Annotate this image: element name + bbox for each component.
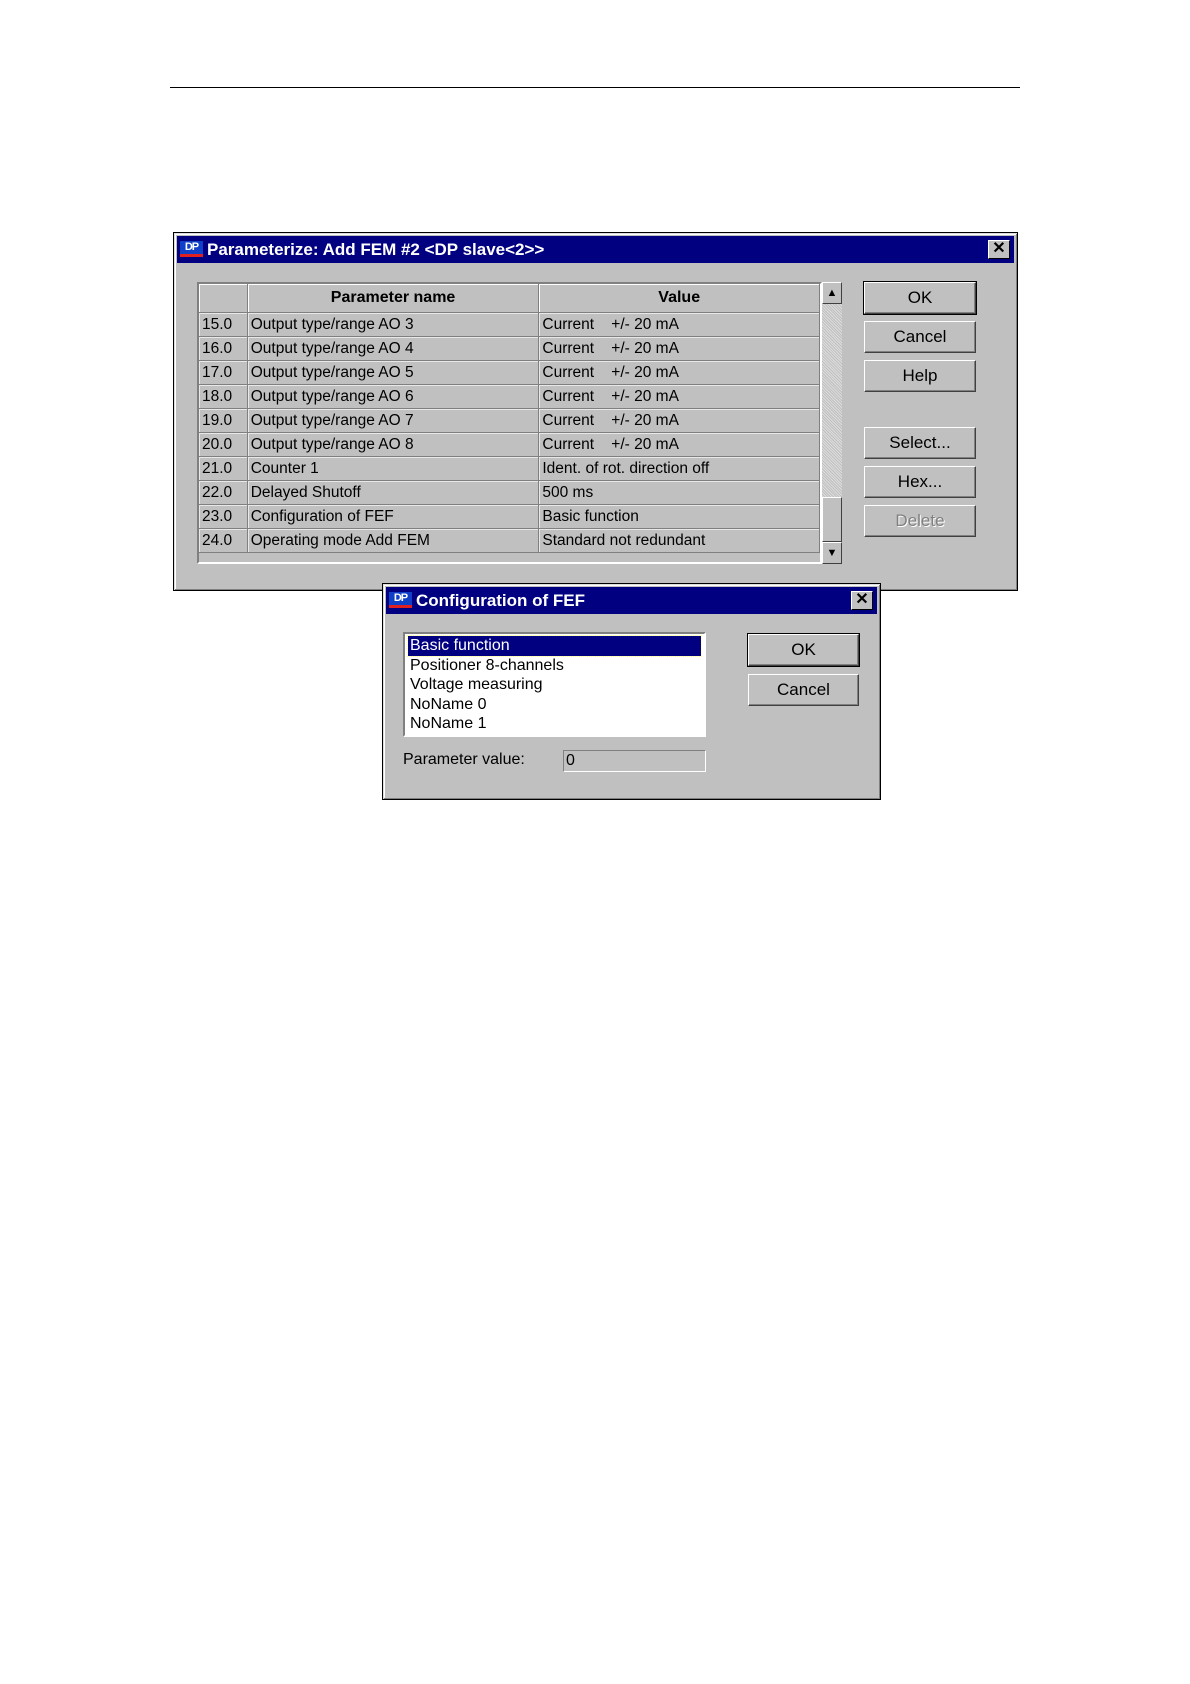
table-row[interactable]: 24.0 Operating mode Add FEM Standard not r… [199, 528, 820, 553]
row-parameter-name: Output type/range AO 7 [247, 408, 540, 433]
row-value[interactable]: Basic function [538, 504, 820, 529]
table-row[interactable]: 19.0 Output type/range AO 7 Current +/- 20… [199, 408, 820, 433]
row-value[interactable]: Current +/- 20 mA [538, 384, 820, 409]
scroll-down-button[interactable]: ▼ [822, 542, 842, 564]
table-row[interactable]: 15.0 Output type/range AO 3 Current +/- 20… [199, 312, 820, 337]
parameter-value-field: 0 [563, 750, 706, 772]
dialog-title: Parameterize: Add FEM #2 <DP slave<2>> [207, 240, 545, 259]
column-header-number [199, 284, 248, 313]
close-button[interactable]: ✕ [988, 240, 1010, 259]
row-parameter-name: Output type/range AO 6 [247, 384, 540, 409]
list-item[interactable]: NoName 0 [408, 695, 701, 715]
scroll-thumb[interactable] [822, 497, 842, 542]
table-row[interactable]: 22.0 Delayed Shutoff 500 ms [199, 480, 820, 505]
row-number: 24.0 [199, 528, 248, 553]
arrow-down-icon: ▼ [826, 547, 838, 559]
row-value[interactable]: Standard not redundant [538, 528, 820, 553]
row-parameter-name: Output type/range AO 5 [247, 360, 540, 385]
parameter-value-label: Parameter value: [403, 751, 525, 768]
row-parameter-name: Configuration of FEF [247, 504, 540, 529]
table-row[interactable]: 20.0 Output type/range AO 8 Current +/- 20… [199, 432, 820, 457]
ok-button[interactable]: OK [747, 633, 860, 667]
row-number: 15.0 [199, 312, 248, 337]
row-number: 20.0 [199, 432, 248, 457]
row-value[interactable]: 500 ms [538, 480, 820, 505]
cancel-button[interactable]: Cancel [748, 674, 859, 706]
hex-button[interactable]: Hex... [864, 466, 976, 498]
row-parameter-name: Operating mode Add FEM [247, 528, 540, 553]
row-parameter-name: Output type/range AO 8 [247, 432, 540, 457]
vertical-scrollbar[interactable]: ▲ ▼ [822, 282, 842, 564]
parameter-table[interactable]: Parameter name Value 15.0 Output type/ran… [197, 282, 822, 564]
close-button[interactable]: ✕ [851, 591, 873, 610]
dp-icon: DP [180, 241, 203, 257]
page-header-rule [170, 87, 1020, 88]
select-button[interactable]: Select... [864, 427, 976, 459]
scroll-up-button[interactable]: ▲ [822, 282, 842, 304]
configuration-of-fef-dialog: DP Configuration of FEF ✕ Basic function… [382, 583, 881, 800]
ok-button[interactable]: OK [863, 281, 977, 315]
delete-button: Delete [864, 505, 976, 537]
list-item[interactable]: Basic function [407, 635, 702, 657]
table-row[interactable]: 16.0 Output type/range AO 4 Current +/- 20… [199, 336, 820, 361]
row-parameter-name: Delayed Shutoff [247, 480, 540, 505]
close-icon: ✕ [992, 240, 1006, 257]
row-number: 22.0 [199, 480, 248, 505]
row-value[interactable]: Current +/- 20 mA [538, 312, 820, 337]
row-parameter-name: Output type/range AO 4 [247, 336, 540, 361]
row-number: 17.0 [199, 360, 248, 385]
row-value[interactable]: Current +/- 20 mA [538, 408, 820, 433]
parameterize-dialog: DP Parameterize: Add FEM #2 <DP slave<2>… [173, 232, 1018, 591]
table-row[interactable]: 21.0 Counter 1 Ident. of rot. direction of… [199, 456, 820, 481]
table-header-row: Parameter name Value [199, 284, 820, 313]
row-value[interactable]: Current +/- 20 mA [538, 360, 820, 385]
list-item[interactable]: NoName 1 [408, 714, 701, 734]
row-number: 21.0 [199, 456, 248, 481]
title-bar[interactable]: DP Parameterize: Add FEM #2 <DP slave<2>… [177, 236, 1014, 263]
cancel-button[interactable]: Cancel [864, 321, 976, 353]
row-number: 23.0 [199, 504, 248, 529]
list-item[interactable]: Positioner 8-channels [408, 656, 701, 676]
close-icon: ✕ [855, 591, 869, 608]
fef-options-listbox[interactable]: Basic function Positioner 8-channels Vol… [403, 632, 706, 737]
column-header-parameter-name: Parameter name [247, 284, 540, 313]
title-bar[interactable]: DP Configuration of FEF ✕ [386, 587, 877, 614]
row-number: 18.0 [199, 384, 248, 409]
arrow-up-icon: ▲ [826, 287, 838, 299]
list-item[interactable]: Voltage measuring [408, 675, 701, 695]
row-value[interactable]: Ident. of rot. direction off [538, 456, 820, 481]
row-parameter-name: Output type/range AO 3 [247, 312, 540, 337]
row-number: 16.0 [199, 336, 248, 361]
row-value[interactable]: Current +/- 20 mA [538, 432, 820, 457]
column-header-value: Value [538, 284, 820, 313]
row-parameter-name: Counter 1 [247, 456, 540, 481]
table-row[interactable]: 18.0 Output type/range AO 6 Current +/- 20… [199, 384, 820, 409]
table-row[interactable]: 23.0 Configuration of FEF Basic function [199, 504, 820, 529]
row-value[interactable]: Current +/- 20 mA [538, 336, 820, 361]
table-row[interactable]: 17.0 Output type/range AO 5 Current +/- 20… [199, 360, 820, 385]
dp-icon: DP [389, 592, 412, 608]
dialog-title: Configuration of FEF [416, 591, 586, 610]
help-button[interactable]: Help [864, 360, 976, 392]
row-number: 19.0 [199, 408, 248, 433]
